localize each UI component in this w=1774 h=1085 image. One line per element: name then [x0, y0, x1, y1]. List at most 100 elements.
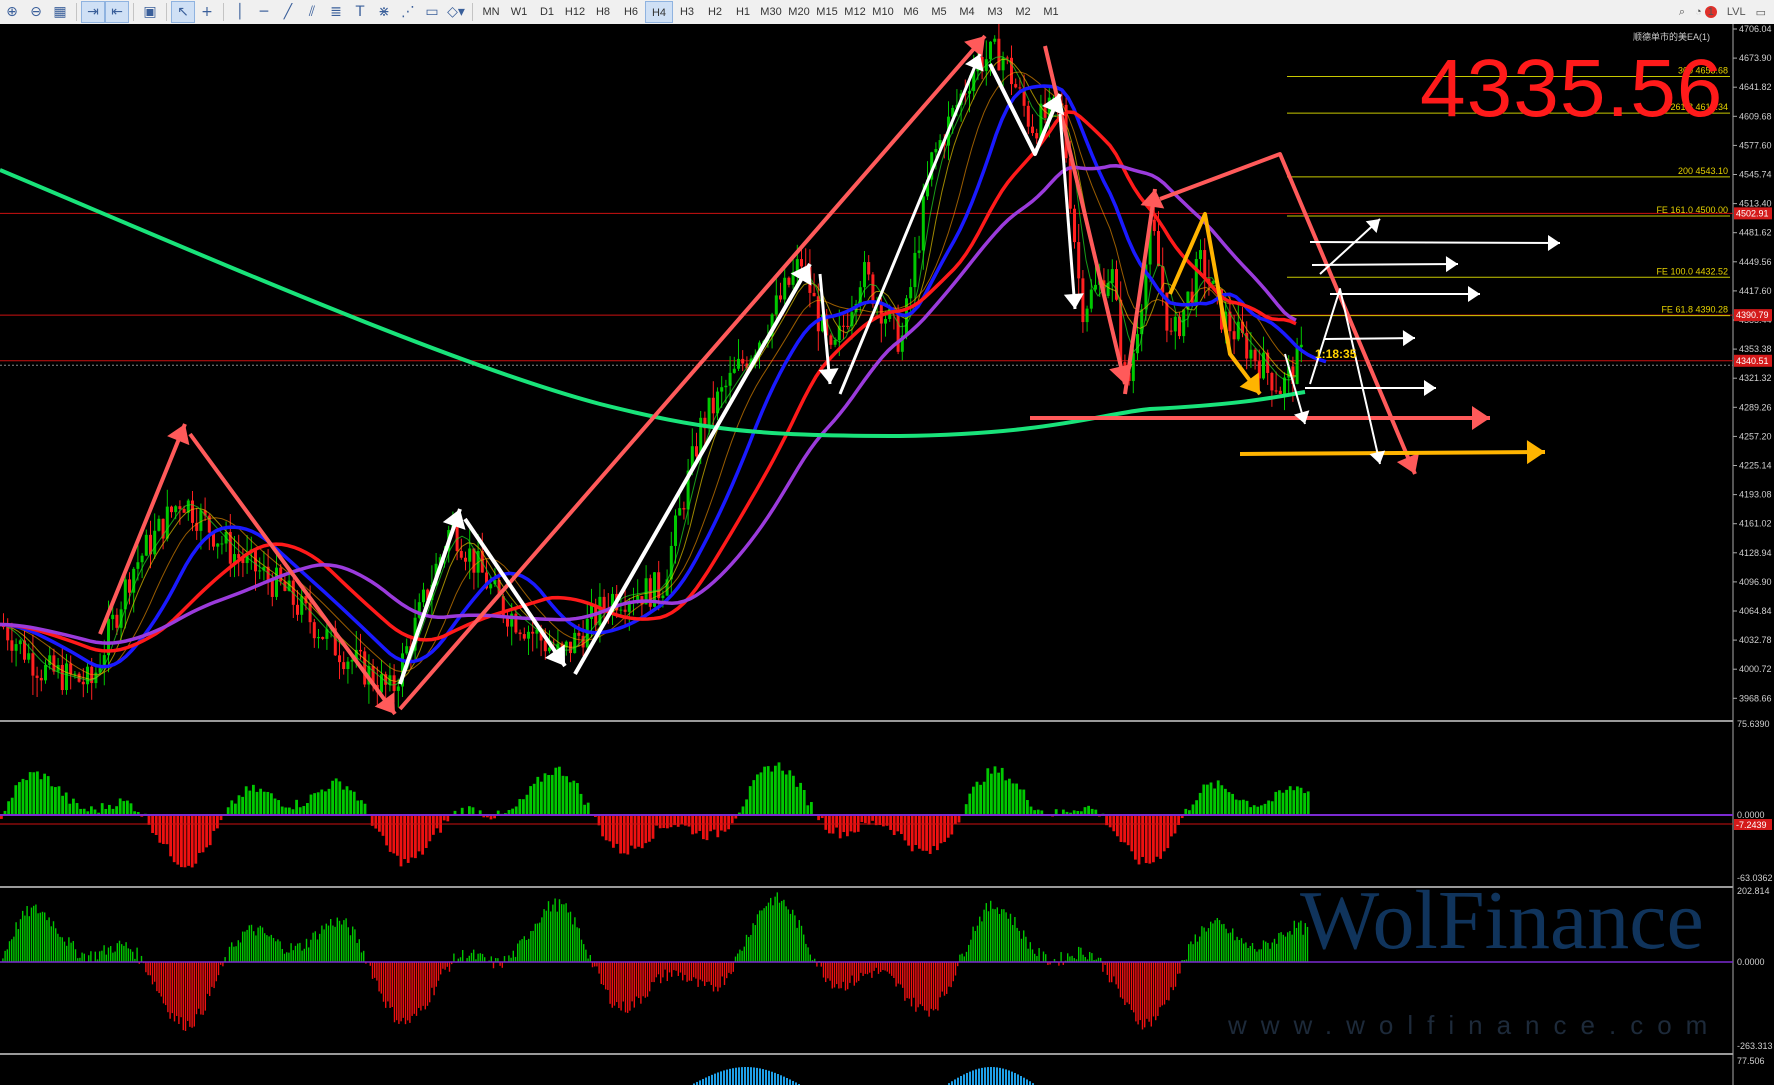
timeframe-mn[interactable]: MN	[477, 1, 505, 23]
histogram-bar	[1116, 815, 1119, 837]
histogram-bar	[642, 962, 644, 997]
timeframe-m2[interactable]: M2	[1009, 1, 1037, 23]
histogram-bar	[1005, 912, 1007, 962]
histogram-bar	[288, 807, 291, 815]
histogram-bar	[959, 954, 961, 962]
chart-shift-icon[interactable]: ⇤	[105, 1, 129, 23]
histogram-bar	[114, 951, 116, 962]
histogram-bar	[83, 953, 85, 962]
screenshot-icon[interactable]: ▣	[138, 1, 162, 23]
histogram-bar	[284, 807, 288, 815]
pitchfork-icon[interactable]: ⋰	[396, 1, 420, 23]
grid-icon[interactable]: ▦	[48, 1, 72, 23]
histogram-bar	[1287, 932, 1289, 962]
histogram-bar	[543, 909, 545, 962]
timeframe-w1[interactable]: W1	[505, 1, 533, 23]
histogram-bar	[770, 897, 772, 962]
autoscroll-icon[interactable]: ⇥	[81, 1, 105, 23]
histogram-bar	[125, 942, 127, 962]
histogram-bar	[297, 943, 299, 962]
histogram-bar	[862, 962, 864, 976]
zoom-in-icon[interactable]: ⊕	[0, 1, 24, 23]
histogram-bar	[1122, 962, 1124, 999]
histogram-bar	[827, 962, 829, 979]
timeframe-h8[interactable]: H8	[589, 1, 617, 23]
histogram-bar	[735, 1067, 737, 1085]
histogram-bar	[572, 780, 576, 815]
histogram-bar	[508, 955, 510, 962]
timeframe-m5[interactable]: M5	[925, 1, 953, 23]
candle-body	[619, 609, 623, 611]
text-icon[interactable]: T	[348, 1, 372, 23]
notifications-icon[interactable]: ◔ 1	[1695, 6, 1717, 18]
histogram-bar	[257, 927, 259, 962]
histogram-bar	[216, 815, 219, 829]
histogram-bar	[122, 801, 126, 815]
shapes-icon[interactable]: ◇▾	[444, 1, 468, 23]
rectangle-icon[interactable]: ▭	[420, 1, 444, 23]
timeframe-m10[interactable]: M10	[869, 1, 897, 23]
timeframe-m15[interactable]: M15	[813, 1, 841, 23]
histogram-bar	[1210, 921, 1212, 962]
histogram-bar	[4, 950, 6, 962]
timeframe-h4[interactable]: H4	[645, 1, 673, 23]
histogram-bar	[147, 815, 151, 825]
channel-icon[interactable]: ⫽	[300, 1, 324, 23]
histogram-bar	[688, 962, 690, 981]
search-icon[interactable]: ⌕	[1679, 6, 1685, 19]
histogram-bar	[1011, 783, 1015, 815]
histogram-bar	[714, 1073, 716, 1085]
histogram-bar	[732, 1068, 734, 1085]
crosshair-icon[interactable]: +	[195, 1, 219, 23]
histogram-bar	[226, 807, 230, 815]
histogram-bar	[253, 931, 255, 962]
fibonacci-icon[interactable]: ≣	[324, 1, 348, 23]
trend-line-icon[interactable]: ╱	[276, 1, 300, 23]
timeframe-d1[interactable]: D1	[533, 1, 561, 23]
lvl-icon[interactable]: LVL	[1727, 6, 1746, 18]
histogram-bar	[904, 962, 906, 1001]
histogram-bar	[567, 912, 569, 962]
timeframe-h1[interactable]: H1	[729, 1, 757, 23]
timeframe-h3[interactable]: H3	[673, 1, 701, 23]
histogram-bar	[431, 962, 433, 988]
candle-body	[1005, 57, 1009, 59]
timeframe-m1[interactable]: M1	[1037, 1, 1065, 23]
histogram-bar	[189, 962, 191, 1027]
timeframe-m3[interactable]: M3	[981, 1, 1009, 23]
vertical-line-icon[interactable]: │	[228, 1, 252, 23]
expand-icon[interactable]: ▭	[1756, 6, 1766, 19]
timeframe-m6[interactable]: M6	[897, 1, 925, 23]
cursor-icon[interactable]: ↖	[171, 1, 195, 23]
timeframe-h12[interactable]: H12	[561, 1, 589, 23]
timeframe-m12[interactable]: M12	[841, 1, 869, 23]
histogram-bar	[558, 899, 561, 962]
horizontal-line-icon[interactable]: ─	[252, 1, 276, 23]
timeframe-h2[interactable]: H2	[701, 1, 729, 23]
histogram-bar	[1249, 807, 1252, 815]
candle-body	[111, 614, 115, 620]
histogram-bar	[937, 962, 939, 1011]
timeframe-m20[interactable]: M20	[785, 1, 813, 23]
gann-icon[interactable]: ⋇	[372, 1, 396, 23]
histogram-bar	[532, 783, 536, 815]
histogram-bar	[1194, 934, 1196, 962]
histogram-bar	[732, 962, 734, 972]
histogram-bar	[1289, 931, 1291, 962]
histogram-bar	[415, 962, 418, 1016]
timeframe-m4[interactable]: M4	[953, 1, 981, 23]
histogram-bar	[1190, 941, 1192, 962]
histogram-bar	[727, 815, 730, 830]
histogram-bar	[1276, 943, 1278, 962]
histogram-bar	[583, 804, 586, 815]
histogram-bar	[919, 962, 921, 1005]
timeframe-m30[interactable]: M30	[757, 1, 785, 23]
toolbar-separator	[133, 3, 134, 21]
histogram-bar	[666, 815, 669, 829]
histogram-bar	[950, 815, 954, 835]
zoom-out-icon[interactable]: ⊖	[24, 1, 48, 23]
histogram-bar	[620, 962, 622, 1011]
fib-level-label: FE 100.0 4432.52	[1656, 266, 1728, 276]
histogram-bar	[21, 778, 25, 815]
timeframe-h6[interactable]: H6	[617, 1, 645, 23]
